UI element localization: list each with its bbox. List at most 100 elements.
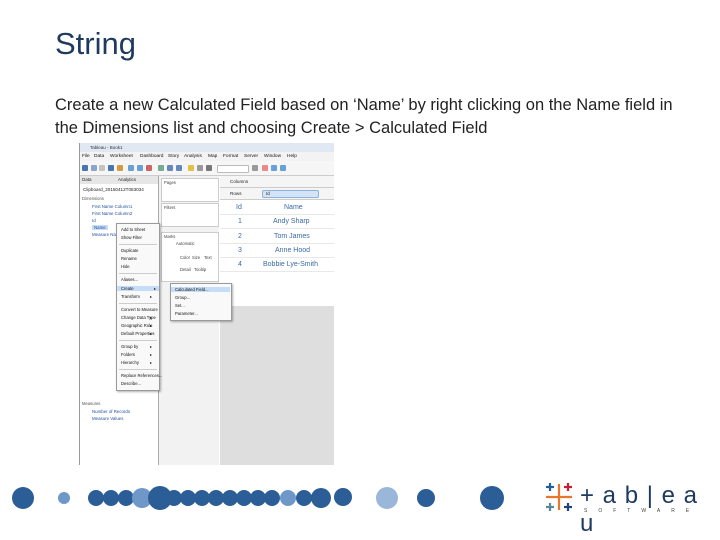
clear-icon[interactable] xyxy=(146,165,152,171)
dot-decoration xyxy=(480,486,504,510)
menu-item-convert-to-measure[interactable]: Convert to Measure xyxy=(121,307,158,312)
pane-tabs: Data Analytics xyxy=(80,176,158,184)
submenu-parameter[interactable]: Parameter... xyxy=(175,311,198,316)
rows-label: Rows xyxy=(230,191,242,196)
row-divider xyxy=(220,257,334,258)
logo-subtitle: SOFTWARE xyxy=(584,508,701,514)
view-area: Columns Rows Id Id Name 1 Andy Sharp 2 T… xyxy=(220,176,334,465)
swap-icon[interactable] xyxy=(158,165,164,171)
menu-item-rename[interactable]: Rename xyxy=(121,256,137,261)
mark-text[interactable]: Text xyxy=(204,255,212,260)
submenu-calculated-field[interactable]: Calculated Field... xyxy=(171,287,230,292)
menu-item-describe[interactable]: Describe... xyxy=(121,381,141,386)
menu-item-hierarchy[interactable]: Hierarchy ▸ xyxy=(121,360,155,365)
submenu-arrow-icon: ▸ xyxy=(149,331,152,336)
fix-axes-icon[interactable] xyxy=(252,165,258,171)
window-titlebar: Tableau - Book1 xyxy=(80,143,334,152)
mark-color[interactable]: Color xyxy=(180,255,190,260)
save-icon[interactable] xyxy=(108,165,114,171)
menu-item-show-filter[interactable]: Show Filter xyxy=(121,235,142,240)
menu-window[interactable]: Window xyxy=(264,154,281,159)
new-sheet-icon[interactable] xyxy=(128,165,134,171)
dot-decoration xyxy=(58,492,70,504)
rows-shelf[interactable]: Rows Id xyxy=(220,188,334,200)
submenu-set[interactable]: Set... xyxy=(175,303,185,308)
table-row: 2 xyxy=(238,233,242,240)
window-title: Tableau - Book1 xyxy=(90,145,123,150)
menu-item-change-data-type[interactable]: Change Data Type ▸ xyxy=(121,315,156,320)
field-id[interactable]: Id xyxy=(92,218,96,223)
row-divider xyxy=(220,243,334,244)
mark-size[interactable]: Size xyxy=(192,255,200,260)
field-name[interactable]: Name xyxy=(92,225,108,230)
new-datasource-icon[interactable] xyxy=(117,165,123,171)
show-me-icon[interactable] xyxy=(262,165,268,171)
label-icon[interactable] xyxy=(206,165,212,171)
tableau-icon[interactable] xyxy=(82,165,88,171)
row-divider xyxy=(220,228,334,229)
menu-format[interactable]: Format xyxy=(223,154,238,159)
slide-body: Create a new Calculated Field based on ‘… xyxy=(55,96,673,137)
sort-desc-icon[interactable] xyxy=(176,165,182,171)
menu-item-folders[interactable]: Folders ▸ xyxy=(121,352,155,357)
rows-pill-id[interactable]: Id xyxy=(262,190,319,198)
submenu-arrow-icon: ▸ xyxy=(149,352,152,357)
menu-item-hide[interactable]: Hide xyxy=(121,264,130,269)
menu-item-add-to-sheet[interactable]: Add to Sheet xyxy=(121,227,145,232)
mark-tooltip[interactable]: Tooltip xyxy=(194,267,206,272)
menu-item-duplicate[interactable]: Duplicate xyxy=(121,248,138,253)
menu-data[interactable]: Data xyxy=(94,154,104,159)
menu-item-replace-references[interactable]: Replace References... xyxy=(121,373,162,378)
mark-type-dropdown[interactable]: Automatic xyxy=(176,241,195,246)
menu-server[interactable]: Server xyxy=(244,154,258,159)
mark-detail[interactable]: Detail xyxy=(180,267,191,272)
datasource-connection[interactable]: Clipboard_20150412T083034 xyxy=(83,187,144,192)
menu-item-default-properties[interactable]: Default Properties ▸ xyxy=(121,331,155,336)
menu-item-create[interactable]: Create ▸ xyxy=(117,286,159,291)
table-row: Bobbie Lye-Smith xyxy=(263,261,318,268)
table-row: Andy Sharp xyxy=(273,218,310,225)
menu-help[interactable]: Help xyxy=(287,154,297,159)
presentation-icon[interactable] xyxy=(271,165,277,171)
group-icon[interactable] xyxy=(197,165,203,171)
tab-analytics[interactable]: Analytics xyxy=(118,177,136,182)
dot-decoration xyxy=(334,488,352,506)
marks-card[interactable]: Marks Automatic Color Size Text Detail T… xyxy=(161,232,219,282)
share-icon[interactable] xyxy=(280,165,286,171)
field-first-name-2[interactable]: First Name Column2 xyxy=(92,211,132,216)
submenu-group[interactable]: Group... xyxy=(175,295,190,300)
menu-dashboard[interactable]: Dashboard xyxy=(140,154,163,159)
tab-data[interactable]: Data xyxy=(82,177,92,182)
fit-dropdown[interactable] xyxy=(217,165,249,173)
menu-map[interactable]: Map xyxy=(208,154,217,159)
submenu-arrow-icon: ▸ xyxy=(149,323,152,328)
table-row: Tom James xyxy=(274,233,310,240)
field-measure-values[interactable]: Measure Values xyxy=(92,416,123,421)
columns-shelf[interactable]: Columns xyxy=(220,176,334,188)
menu-item-transform[interactable]: Transform ▸ xyxy=(121,294,155,299)
dot-decoration xyxy=(12,487,34,509)
submenu-arrow-icon: ▸ xyxy=(149,344,152,349)
duplicate-icon[interactable] xyxy=(137,165,143,171)
menu-item-geographic-role[interactable]: Geographic Role ▸ xyxy=(121,323,155,328)
submenu-arrow-icon: ▸ xyxy=(149,315,152,320)
pages-shelf[interactable]: Pages xyxy=(161,178,219,202)
menu-analysis[interactable]: Analysis xyxy=(184,154,202,159)
sort-asc-icon[interactable] xyxy=(167,165,173,171)
table-header-name: Name xyxy=(284,204,303,211)
highlight-icon[interactable] xyxy=(188,165,194,171)
menu-separator xyxy=(119,340,157,341)
tableau-screenshot: Tableau - Book1 File Data Worksheet Dash… xyxy=(79,143,334,465)
menu-item-aliases[interactable]: Aliases... xyxy=(121,277,138,282)
field-number-of-records[interactable]: Number of Records xyxy=(92,409,130,414)
menu-worksheet[interactable]: Worksheet xyxy=(110,154,133,159)
menu-file[interactable]: File xyxy=(82,154,90,159)
filters-shelf[interactable]: Filters xyxy=(161,203,219,227)
dot-decoration xyxy=(296,490,312,506)
menu-story[interactable]: Story xyxy=(168,154,179,159)
back-icon[interactable] xyxy=(91,165,97,171)
forward-icon[interactable] xyxy=(99,165,105,171)
field-first-name-1[interactable]: First Name Column1 xyxy=(92,204,132,209)
dot-decoration xyxy=(417,489,435,507)
menu-item-group-by[interactable]: Group by ▸ xyxy=(121,344,155,349)
